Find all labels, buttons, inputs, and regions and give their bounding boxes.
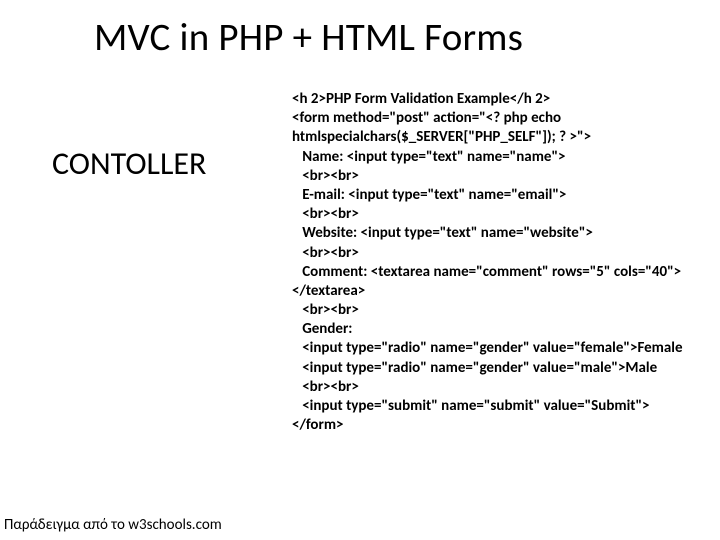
code-line: <br><br> bbox=[292, 378, 708, 397]
code-line: Comment: <textarea name="comment" rows="… bbox=[292, 263, 708, 301]
code-line: <h 2>PHP Form Validation Example</h 2> bbox=[292, 90, 708, 109]
code-line: <br><br> bbox=[292, 244, 708, 263]
code-line: Website: <input type="text" name="websit… bbox=[292, 224, 708, 243]
code-line: <input type="submit" name="submit" value… bbox=[292, 397, 708, 416]
code-line: Gender: bbox=[292, 320, 708, 339]
slide: MVC in PHP + HTML Forms CONTOLLER <h 2>P… bbox=[0, 0, 720, 540]
code-line: <input type="radio" name="gender" value=… bbox=[292, 359, 708, 378]
code-line: </form> bbox=[292, 416, 708, 435]
section-label: CONTOLLER bbox=[52, 144, 206, 183]
code-line: htmlspecialchars($_SERVER["PHP_SELF"]); … bbox=[292, 128, 708, 147]
code-line: <br><br> bbox=[292, 301, 708, 320]
code-line: E-mail: <input type="text" name="email"> bbox=[292, 186, 708, 205]
slide-title: MVC in PHP + HTML Forms bbox=[94, 14, 523, 61]
code-line: <br><br> bbox=[292, 167, 708, 186]
code-block: <h 2>PHP Form Validation Example</h 2><f… bbox=[292, 90, 708, 435]
code-line: <input type="radio" name="gender" value=… bbox=[292, 339, 708, 358]
caption-text: Παράδειγμα από το w3schools.com bbox=[4, 516, 222, 534]
code-line: <form method="post" action="<? php echo bbox=[292, 109, 708, 128]
code-line: Name: <input type="text" name="name"> bbox=[292, 148, 708, 167]
code-line: <br><br> bbox=[292, 205, 708, 224]
